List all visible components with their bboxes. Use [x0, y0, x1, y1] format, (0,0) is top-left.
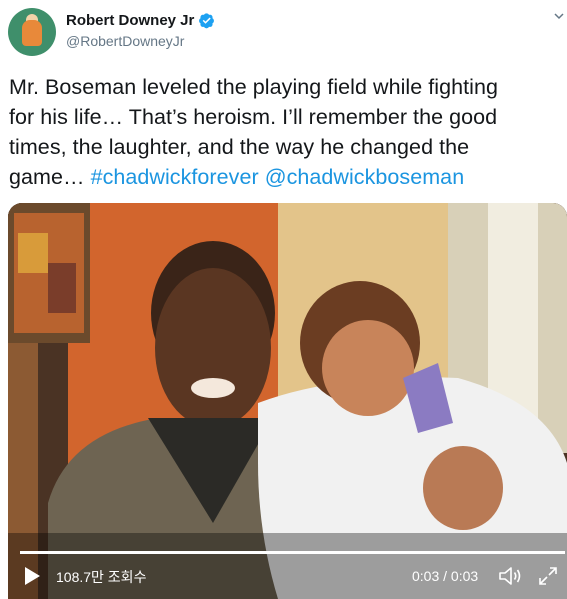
avatar[interactable] [8, 8, 56, 56]
tweet-line: game… #chadwickforever @chadwickboseman [9, 162, 561, 192]
caret-down-icon[interactable] [553, 10, 565, 22]
video-frame [8, 203, 567, 599]
tweet-line: times, the laughter, and the way he chan… [9, 135, 470, 159]
avatar-figure-shape [22, 20, 42, 46]
fullscreen-icon[interactable] [538, 566, 558, 586]
author-handle[interactable]: @RobertDowneyJr [66, 33, 184, 49]
progress-bar[interactable] [20, 551, 565, 554]
time-display: 0:03 / 0:03 [412, 568, 479, 584]
author-name-row[interactable]: Robert Downey Jr [66, 12, 215, 29]
tweet-text: Mr. Boseman leveled the playing field wh… [9, 72, 561, 192]
video-player[interactable]: 108.7만 조회수 0:03 / 0:03 [8, 203, 567, 599]
tweet-line: for his life… That’s heroism. I’ll remem… [9, 105, 498, 129]
tweet-line-text: game… [9, 165, 91, 189]
display-name[interactable]: Robert Downey Jr [66, 12, 194, 29]
verified-badge-icon [199, 13, 215, 29]
view-count: 108.7만 조회수 [56, 569, 147, 585]
progress-fill [20, 551, 565, 554]
hashtag-link[interactable]: #chadwickforever [91, 165, 259, 189]
tweet-line: Mr. Boseman leveled the playing field wh… [9, 75, 499, 99]
play-icon[interactable] [22, 566, 42, 586]
mention-link[interactable]: @chadwickboseman [265, 165, 465, 189]
video-controls: 108.7만 조회수 0:03 / 0:03 [8, 555, 567, 599]
volume-icon[interactable] [498, 565, 524, 587]
